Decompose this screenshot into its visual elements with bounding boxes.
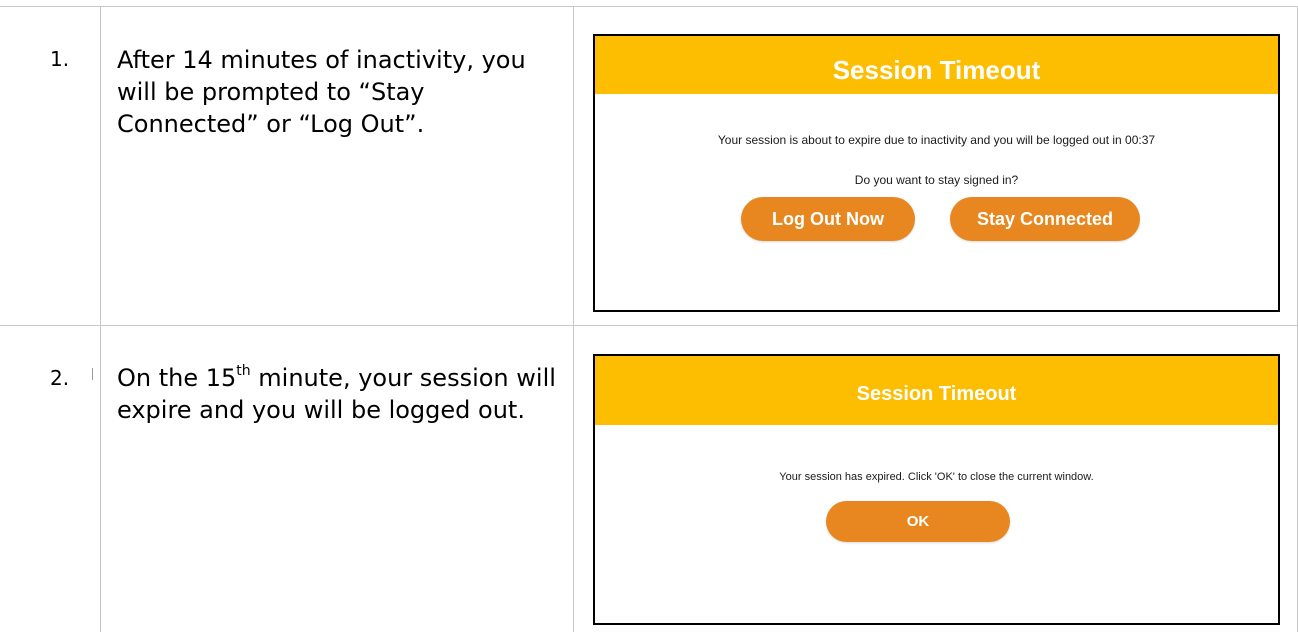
dialog-message: Your session has expired. Click 'OK' to …	[779, 471, 1094, 483]
dialog-question: Do you want to stay signed in?	[854, 173, 1019, 187]
log-out-now-button[interactable]: Log Out Now	[741, 197, 915, 241]
step-number: 1.	[50, 47, 70, 71]
step-number: 2.	[50, 366, 70, 390]
list-marker-tick	[92, 368, 93, 380]
step-text-superscript: th	[236, 363, 251, 379]
table-row-divider	[0, 325, 1298, 326]
dialog-title: Session Timeout	[595, 36, 1278, 94]
table-border-left	[100, 6, 101, 632]
table-column-divider	[573, 6, 574, 632]
dialog-message: Your session is about to expire due to i…	[717, 133, 1156, 147]
session-timeout-warning-dialog: Session Timeout Your session is about to…	[593, 34, 1280, 312]
step-description: After 14 minutes of inactivity, you will…	[117, 46, 526, 138]
step-text-start: On the 15	[117, 364, 237, 392]
dialog-title: Session Timeout	[595, 356, 1278, 425]
ok-button[interactable]: OK	[826, 501, 1010, 542]
stay-connected-button[interactable]: Stay Connected	[950, 197, 1140, 241]
session-expired-dialog: Session Timeout Your session has expired…	[593, 354, 1280, 625]
instruction-table: 1. After 14 minutes of inactivity, you w…	[0, 0, 1298, 632]
step-description: On the 15th minute, your session will ex…	[117, 362, 562, 426]
table-border-top	[0, 6, 1298, 7]
